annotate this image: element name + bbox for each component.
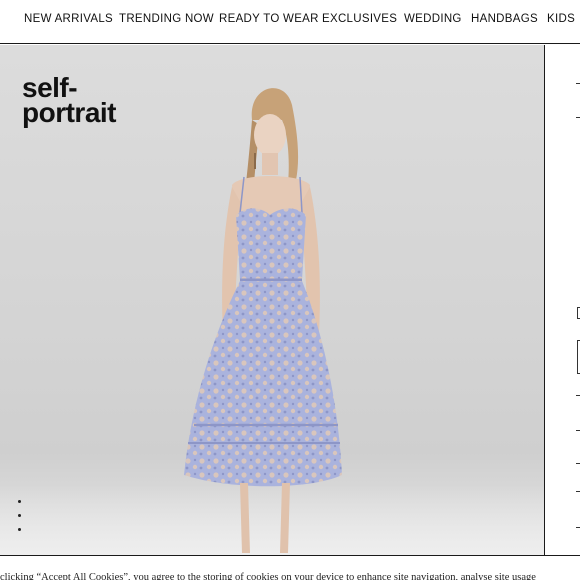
product-hero-image[interactable]: self- portrait (0, 45, 545, 555)
carousel-dot-3[interactable] (18, 528, 21, 531)
nav-item-trending-now[interactable]: TRENDING NOW (119, 13, 214, 25)
brand-logo-line2: portrait (22, 97, 117, 128)
clipped-text-fragment (576, 463, 580, 464)
nav-item-kids[interactable]: KIDS (547, 13, 575, 25)
cookie-consent-text: clicking “Accept All Cookies”, you agree… (0, 572, 536, 580)
product-info-panel (546, 45, 580, 555)
clipped-text-fragment (576, 83, 580, 84)
clipped-text-fragment (576, 117, 580, 118)
cookie-consent-banner: clicking “Accept All Cookies”, you agree… (0, 555, 580, 580)
brand-logo[interactable]: self- portrait (22, 74, 117, 128)
nav-item-exclusives[interactable]: EXCLUSIVES (322, 13, 397, 25)
carousel-dot-1[interactable] (18, 500, 21, 503)
nav-item-handbags[interactable]: HANDBAGS (471, 13, 538, 25)
top-navigation: NEW ARRIVALS TRENDING NOW READY TO WEAR … (0, 0, 580, 44)
clipped-text-fragment (576, 527, 580, 528)
carousel-dot-2[interactable] (18, 514, 21, 517)
nav-item-new-arrivals[interactable]: NEW ARRIVALS (24, 13, 113, 25)
model-in-lace-dress (184, 88, 342, 553)
clipped-text-fragment (576, 395, 580, 396)
nav-item-wedding[interactable]: WEDDING (404, 13, 462, 25)
nav-item-ready-to-wear[interactable]: READY TO WEAR (219, 13, 319, 25)
image-carousel-dots (18, 500, 26, 542)
clipped-text-fragment (576, 491, 580, 492)
clipped-text-fragment (576, 430, 580, 431)
